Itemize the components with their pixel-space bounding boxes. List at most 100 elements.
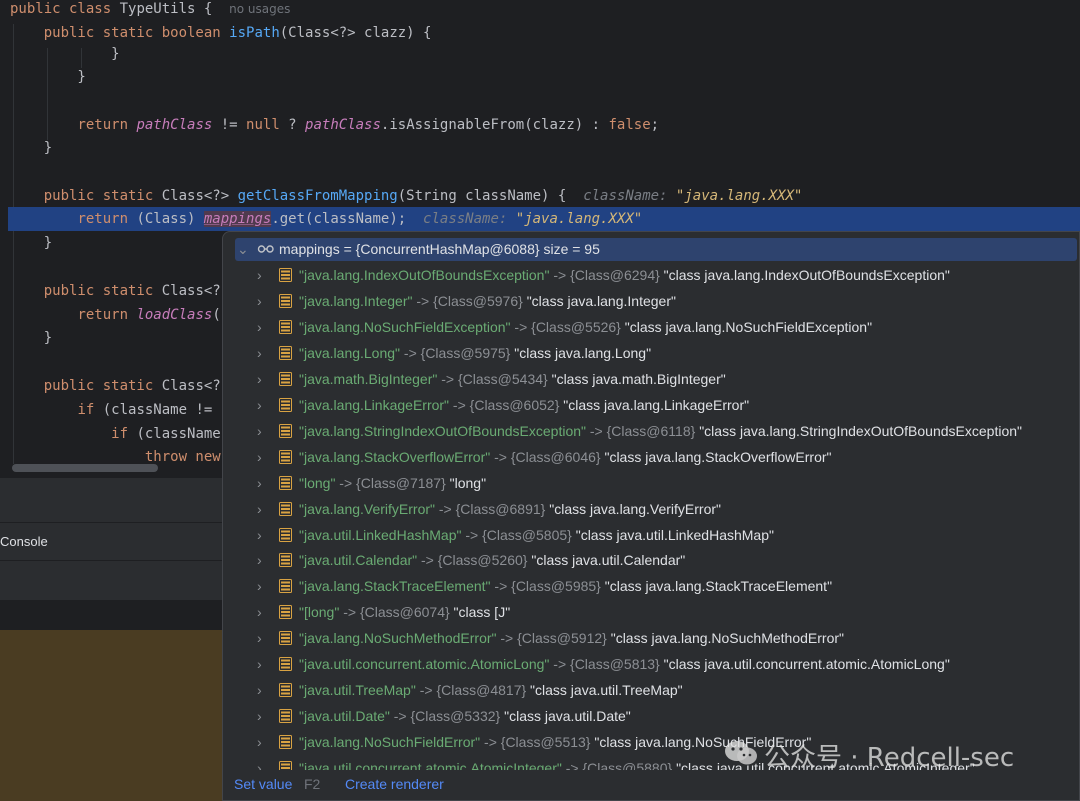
entry-ref: {Class@6046}	[510, 448, 601, 465]
tree-entry-row[interactable]: › "java.lang.StackTraceElement" -> {Class…	[223, 573, 1079, 599]
entry-text: "java.lang.NoSuchMethodError" -> {Class@…	[299, 625, 844, 651]
tree-entry-row[interactable]: › "java.lang.NoSuchFieldException" -> {Cl…	[223, 314, 1079, 340]
entry-key: "java.lang.Integer"	[299, 292, 413, 309]
chevron-right-icon[interactable]: ›	[257, 444, 262, 470]
chevron-right-icon[interactable]: ›	[257, 470, 262, 496]
entry-value: "class java.math.BigInteger"	[551, 370, 726, 387]
equals: =	[339, 241, 356, 257]
tree-entry-row[interactable]: › "java.math.BigInteger" -> {Class@5434} …	[223, 366, 1079, 392]
entry-text: "java.lang.StringIndexOutOfBoundsExcepti…	[299, 418, 1022, 444]
code-line: public static Class<?	[43, 283, 221, 299]
entry-ref: {Class@5434}	[457, 370, 548, 387]
entry-value: "class java.util.Calendar"	[531, 552, 686, 569]
entry-arrow: ->	[339, 604, 360, 621]
map-entry-icon	[279, 631, 292, 646]
inline-hint-name: className:	[423, 211, 508, 227]
tree-entry-row[interactable]: › "java.lang.VerifyError" -> {Class@6891}…	[223, 496, 1079, 522]
code-line: }	[10, 140, 53, 156]
entry-ref: {Class@5260}	[437, 552, 528, 569]
chevron-right-icon[interactable]: ›	[257, 496, 262, 522]
chevron-right-icon[interactable]: ›	[257, 573, 262, 599]
code-line-return-mappings: return (Class) mappings.get(className); …	[77, 211, 643, 227]
tree-entry-row[interactable]: › "java.util.LinkedHashMap" -> {Class@580…	[223, 522, 1079, 548]
entry-text: "java.math.BigInteger" -> {Class@5434} "…	[299, 366, 726, 392]
entry-arrow: ->	[437, 370, 458, 387]
tree-entry-row[interactable]: › "java.lang.NoSuchMethodError" -> {Class…	[223, 625, 1079, 651]
tree-entry-row[interactable]: › "java.util.Calendar" -> {Class@5260} "c…	[223, 547, 1079, 573]
create-renderer-link[interactable]: Create renderer	[345, 770, 444, 798]
entry-value: "class java.lang.NoSuchFieldException"	[624, 318, 873, 335]
tree-entry-row[interactable]: › "java.lang.IndexOutOfBoundsException" -…	[223, 262, 1079, 288]
entry-value: "class java.lang.StackOverflowError"	[604, 448, 832, 465]
entry-ref: {Class@5526}	[531, 318, 621, 335]
code-line-getclassfrommapping: public static Class<?> getClassFromMappi…	[43, 188, 803, 204]
entry-ref: {Class@5805}	[482, 526, 572, 543]
mappings-token[interactable]: mappings	[203, 211, 272, 227]
chevron-right-icon[interactable]: ›	[257, 625, 262, 651]
chevron-right-icon[interactable]: ›	[257, 651, 262, 677]
watch-glasses-icon	[257, 242, 275, 259]
tree-entry-row[interactable]: › "java.lang.Long" -> {Class@5975} "class…	[223, 340, 1079, 366]
variable-inspector-popup[interactable]: ⌄ mappings = {ConcurrentHashMap@6088} si…	[222, 231, 1080, 801]
tree-entry-row[interactable]: › "long" -> {Class@7187} "long"	[223, 470, 1079, 496]
chevron-right-icon[interactable]: ›	[257, 418, 262, 444]
tree-entry-row[interactable]: › "java.lang.StringIndexOutOfBoundsExcept…	[223, 418, 1079, 444]
chevron-right-icon[interactable]: ›	[257, 599, 262, 625]
entry-ref: {Class@6891}	[455, 500, 546, 517]
chevron-right-icon[interactable]: ›	[257, 392, 262, 418]
entry-text: "java.util.TreeMap" -> {Class@4817} "cla…	[299, 677, 683, 703]
entry-ref: {Class@7187}	[356, 474, 446, 491]
entry-ref: {Class@6118}	[606, 422, 696, 439]
entry-text: "java.lang.IndexOutOfBoundsException" ->…	[299, 262, 950, 288]
chevron-right-icon[interactable]: ›	[257, 547, 262, 573]
entry-ref: {Class@6294}	[570, 267, 660, 283]
entry-key: "java.lang.Long"	[299, 344, 401, 361]
entry-key: "java.util.TreeMap"	[299, 682, 416, 699]
entry-ref: {Class@5513}	[500, 734, 591, 751]
code-line: public static Class<?	[43, 378, 221, 394]
chevron-right-icon[interactable]: ›	[257, 340, 262, 366]
code-line: }	[10, 235, 53, 251]
map-entry-icon	[279, 293, 292, 308]
entry-key: "java.lang.StackOverflowError"	[299, 448, 491, 465]
map-entry-icon	[279, 501, 292, 516]
chevron-right-icon[interactable]: ›	[257, 522, 262, 548]
usages-hint[interactable]: no usages	[229, 2, 290, 16]
entry-value: "class java.util.Date"	[504, 708, 631, 725]
chevron-right-icon[interactable]: ›	[257, 677, 262, 703]
entry-text: "java.lang.Long" -> {Class@5975} "class …	[299, 340, 651, 366]
chevron-right-icon[interactable]: ›	[257, 262, 262, 288]
tree-entry-row[interactable]: › "java.util.Date" -> {Class@5332} "class…	[223, 703, 1079, 729]
tree-entry-row[interactable]: › "java.lang.StackOverflowError" -> {Clas…	[223, 444, 1079, 470]
tree-entry-row[interactable]: › "java.lang.Integer" -> {Class@5976} "cl…	[223, 288, 1079, 314]
entry-key: "[long"	[299, 604, 340, 621]
entry-arrow: ->	[400, 344, 421, 361]
tree-entry-row[interactable]: › "java.lang.LinkageError" -> {Class@6052…	[223, 392, 1079, 418]
horizontal-scrollbar[interactable]	[12, 464, 158, 472]
chevron-right-icon[interactable]: ›	[257, 366, 262, 392]
entry-value: "class java.lang.LinkageError"	[563, 396, 750, 413]
tree-entry-row[interactable]: › "[long" -> {Class@6074} "class [J"	[223, 599, 1079, 625]
entry-text: "java.lang.VerifyError" -> {Class@6891} …	[299, 496, 721, 522]
entry-ref: {Class@6074}	[359, 604, 450, 621]
tree-entry-row[interactable]: › "java.util.TreeMap" -> {Class@4817} "cl…	[223, 677, 1079, 703]
set-value-link[interactable]: Set value	[234, 770, 292, 798]
tab-console[interactable]: Console	[0, 531, 48, 553]
tree-entry-row[interactable]: › "java.util.concurrent.atomic.AtomicLong…	[223, 651, 1079, 677]
map-entry-icon	[279, 605, 292, 620]
entry-key: "java.lang.LinkageError"	[299, 396, 450, 413]
entry-key: "java.lang.NoSuchFieldException"	[299, 318, 511, 335]
map-entry-icon	[279, 553, 292, 568]
chevron-right-icon[interactable]: ›	[257, 288, 262, 314]
entry-value: "class java.lang.NoSuchMethodError"	[610, 630, 844, 647]
chevron-down-icon[interactable]: ⌄	[237, 236, 249, 262]
entry-value: "class java.lang.StringIndexOutOfBoundsE…	[699, 422, 1022, 439]
chevron-right-icon[interactable]: ›	[257, 314, 262, 340]
entry-arrow: ->	[480, 734, 501, 751]
tree-root-row[interactable]: ⌄ mappings = {ConcurrentHashMap@6088} si…	[223, 236, 1079, 262]
entry-arrow: ->	[449, 396, 470, 413]
map-entry-icon	[279, 683, 292, 698]
chevron-right-icon[interactable]: ›	[257, 729, 262, 755]
chevron-right-icon[interactable]: ›	[257, 703, 262, 729]
entry-arrow: ->	[461, 526, 483, 543]
